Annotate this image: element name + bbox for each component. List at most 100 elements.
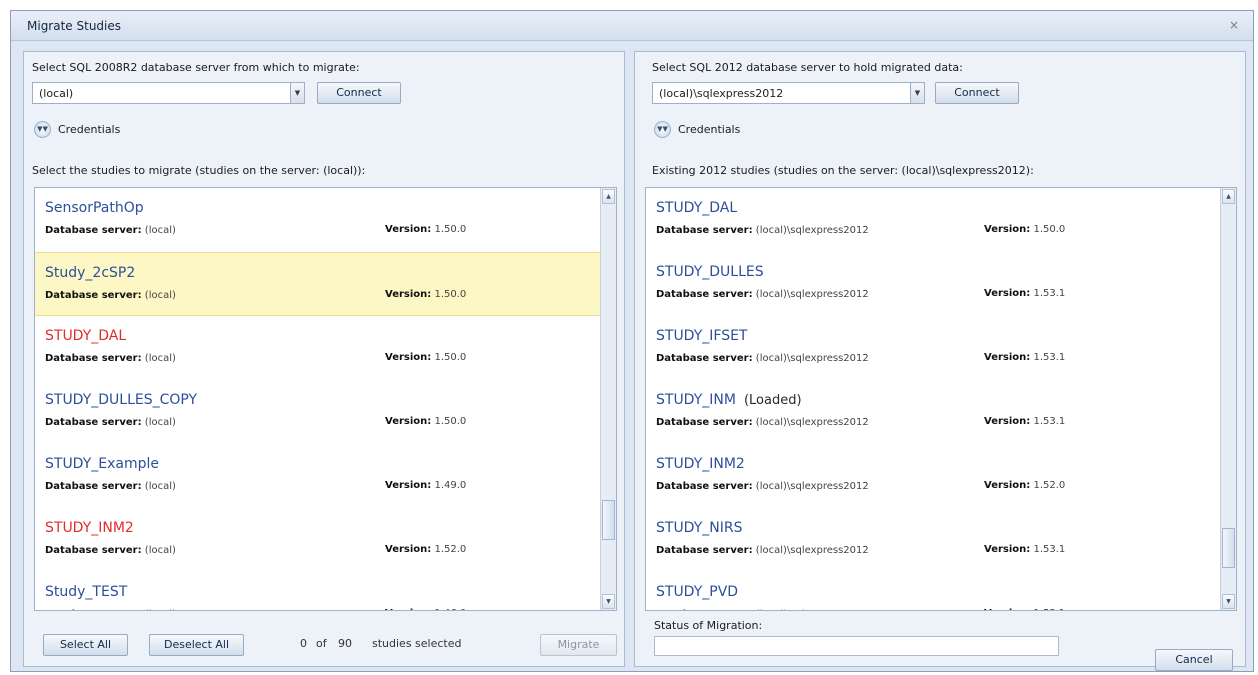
study-server: Database server: (local) [45, 290, 176, 301]
server-field-value: (local) [144, 225, 176, 236]
server-field-label: Database server: [45, 353, 142, 364]
study-name: STUDY_DULLES [656, 264, 764, 280]
study-server: Database server: (local)\sqlexpress2012 [656, 609, 869, 610]
scroll-down-arrow-icon[interactable]: ▼ [602, 594, 615, 609]
server-field-label: Database server: [656, 353, 753, 364]
study-item[interactable]: STUDY_INM2 Database server: (local) Versio… [35, 508, 600, 572]
window-title: Migrate Studies [27, 19, 122, 33]
version-field-value: 1.50.0 [434, 416, 467, 427]
study-version: Version: 1.50.0 [385, 289, 466, 300]
study-server: Database server: (local)\sqlexpress2012 [656, 289, 869, 300]
study-item[interactable]: Study_TEST Database server: (local) Versio… [35, 572, 600, 610]
version-field-label: Version: [984, 416, 1031, 427]
scroll-down-arrow-icon[interactable]: ▼ [1222, 594, 1235, 609]
version-field-label: Version: [984, 544, 1031, 555]
study-item[interactable]: STUDY_Example Database server: (local) Ver… [35, 444, 600, 508]
studies-selected-label: studies selected [372, 637, 462, 650]
source-studies-list[interactable]: SensorPathOp Database server: (local) Vers… [34, 187, 617, 611]
version-field-value: 1.50.0 [434, 289, 467, 300]
study-item[interactable]: STUDY_DAL Database server: (local) Version… [35, 316, 600, 380]
version-field-label: Version: [984, 288, 1031, 299]
target-server-label: Select SQL 2012 database server to hold … [652, 61, 963, 74]
target-studies-items: STUDY_DAL Database server: (local)\sqlexp… [646, 188, 1220, 610]
study-server: Database server: (local) [45, 481, 176, 492]
server-field-label: Database server: [45, 609, 142, 610]
source-server-combo[interactable]: (local) ▼ [32, 82, 305, 104]
source-list-scrollbar[interactable]: ▲ ▼ [600, 188, 616, 610]
study-name: STUDY_DAL [656, 200, 738, 216]
select-all-button[interactable]: Select All [43, 634, 128, 656]
deselect-all-button[interactable]: Deselect All [149, 634, 244, 656]
version-field-label: Version: [385, 352, 432, 363]
server-field-value: (local)\sqlexpress2012 [755, 353, 869, 364]
study-version: Version: 1.53.1 [984, 352, 1065, 363]
version-field-label: Version: [385, 544, 432, 555]
server-field-label: Database server: [656, 289, 753, 300]
study-server: Database server: (local)\sqlexpress2012 [656, 353, 869, 364]
server-field-label: Database server: [45, 225, 142, 236]
study-version: Version: 1.50.0 [385, 224, 466, 235]
study-item[interactable]: STUDY_DULLES_COPY Database server: (local… [35, 380, 600, 444]
scroll-up-arrow-icon[interactable]: ▲ [602, 189, 615, 204]
study-item[interactable]: STUDY_PVD Database server: (local)\sqlexp… [646, 572, 1220, 610]
server-field-label: Database server: [656, 545, 753, 556]
study-server: Database server: (local)\sqlexpress2012 [656, 417, 869, 428]
target-scroll-thumb[interactable] [1222, 528, 1235, 568]
server-field-label: Database server: [45, 545, 142, 556]
server-field-label: Database server: [45, 481, 142, 492]
source-credentials-label: Credentials [58, 123, 121, 136]
study-server: Database server: (local)\sqlexpress2012 [656, 225, 869, 236]
source-credentials-toggle[interactable]: ▼▼ Credentials [34, 120, 154, 140]
version-field-label: Version: [385, 416, 432, 427]
source-connect-button[interactable]: Connect [317, 82, 401, 104]
version-field-label: Version: [385, 289, 432, 300]
status-label: Status of Migration: [654, 619, 763, 632]
study-name: Study_TEST [45, 584, 128, 600]
migrate-studies-window: Migrate Studies × Select SQL 2008R2 data… [10, 10, 1254, 672]
target-studies-list[interactable]: STUDY_DAL Database server: (local)\sqlexp… [645, 187, 1237, 611]
counter-of-label: of [316, 637, 327, 650]
scroll-up-arrow-icon[interactable]: ▲ [1222, 189, 1235, 204]
target-connect-button[interactable]: Connect [935, 82, 1019, 104]
version-field-label: Version: [984, 352, 1031, 363]
study-item[interactable]: STUDY_NIRS Database server: (local)\sqlex… [646, 508, 1220, 572]
study-item[interactable]: Study_2cSP2 Database server: (local) Versi… [35, 252, 600, 316]
study-item[interactable]: SensorPathOp Database server: (local) Vers… [35, 188, 600, 252]
version-field-value: 1.50.0 [434, 224, 467, 235]
server-field-value: (local) [144, 481, 176, 492]
study-name: STUDY_PVD [656, 584, 739, 600]
study-name: STUDY_INM2 [656, 456, 745, 472]
target-list-scrollbar[interactable]: ▲ ▼ [1220, 188, 1236, 610]
version-field-value: 1.53.1 [1033, 416, 1066, 427]
cancel-button[interactable]: Cancel [1155, 649, 1233, 671]
version-field-value: 1.50.0 [1033, 224, 1066, 235]
target-credentials-toggle[interactable]: ▼▼ Credentials [654, 120, 774, 140]
migrate-button[interactable]: Migrate [540, 634, 617, 656]
server-field-value: (local) [144, 290, 176, 301]
source-server-label: Select SQL 2008R2 database server from w… [32, 61, 360, 74]
study-note: (Loaded) [743, 393, 802, 408]
source-scroll-thumb[interactable] [602, 500, 615, 540]
version-field-value: 1.49.0 [434, 480, 467, 491]
version-field-label: Version: [984, 608, 1030, 610]
target-credentials-label: Credentials [678, 123, 741, 136]
study-item[interactable]: STUDY_DAL Database server: (local)\sqlexp… [646, 188, 1220, 252]
study-item[interactable]: STUDY_INM2 Database server: (local)\sqlex… [646, 444, 1220, 508]
study-version: Version: 1.53.1 [984, 608, 1065, 610]
study-item[interactable]: STUDY_DULLES Database server: (local)\sql… [646, 252, 1220, 316]
study-item[interactable]: STUDY_INM (Loaded) Database server: (local… [646, 380, 1220, 444]
study-name: Study_2cSP2 [45, 265, 136, 281]
server-field-value: (local) [144, 417, 176, 428]
source-server-value: (local) [39, 87, 74, 100]
chevron-down-icon[interactable]: ▼ [910, 83, 924, 103]
target-server-value: (local)\sqlexpress2012 [659, 87, 784, 100]
status-field [654, 636, 1059, 656]
study-item[interactable]: STUDY_IFSET Database server: (local)\sqle… [646, 316, 1220, 380]
selected-count: 0 [300, 637, 307, 650]
study-server: Database server: (local) [45, 353, 176, 364]
target-server-combo[interactable]: (local)\sqlexpress2012 ▼ [652, 82, 925, 104]
chevron-down-icon[interactable]: ▼ [290, 83, 304, 103]
version-field-label: Version: [385, 480, 432, 491]
close-icon[interactable]: × [1229, 18, 1239, 32]
study-name: STUDY_NIRS [656, 520, 743, 536]
